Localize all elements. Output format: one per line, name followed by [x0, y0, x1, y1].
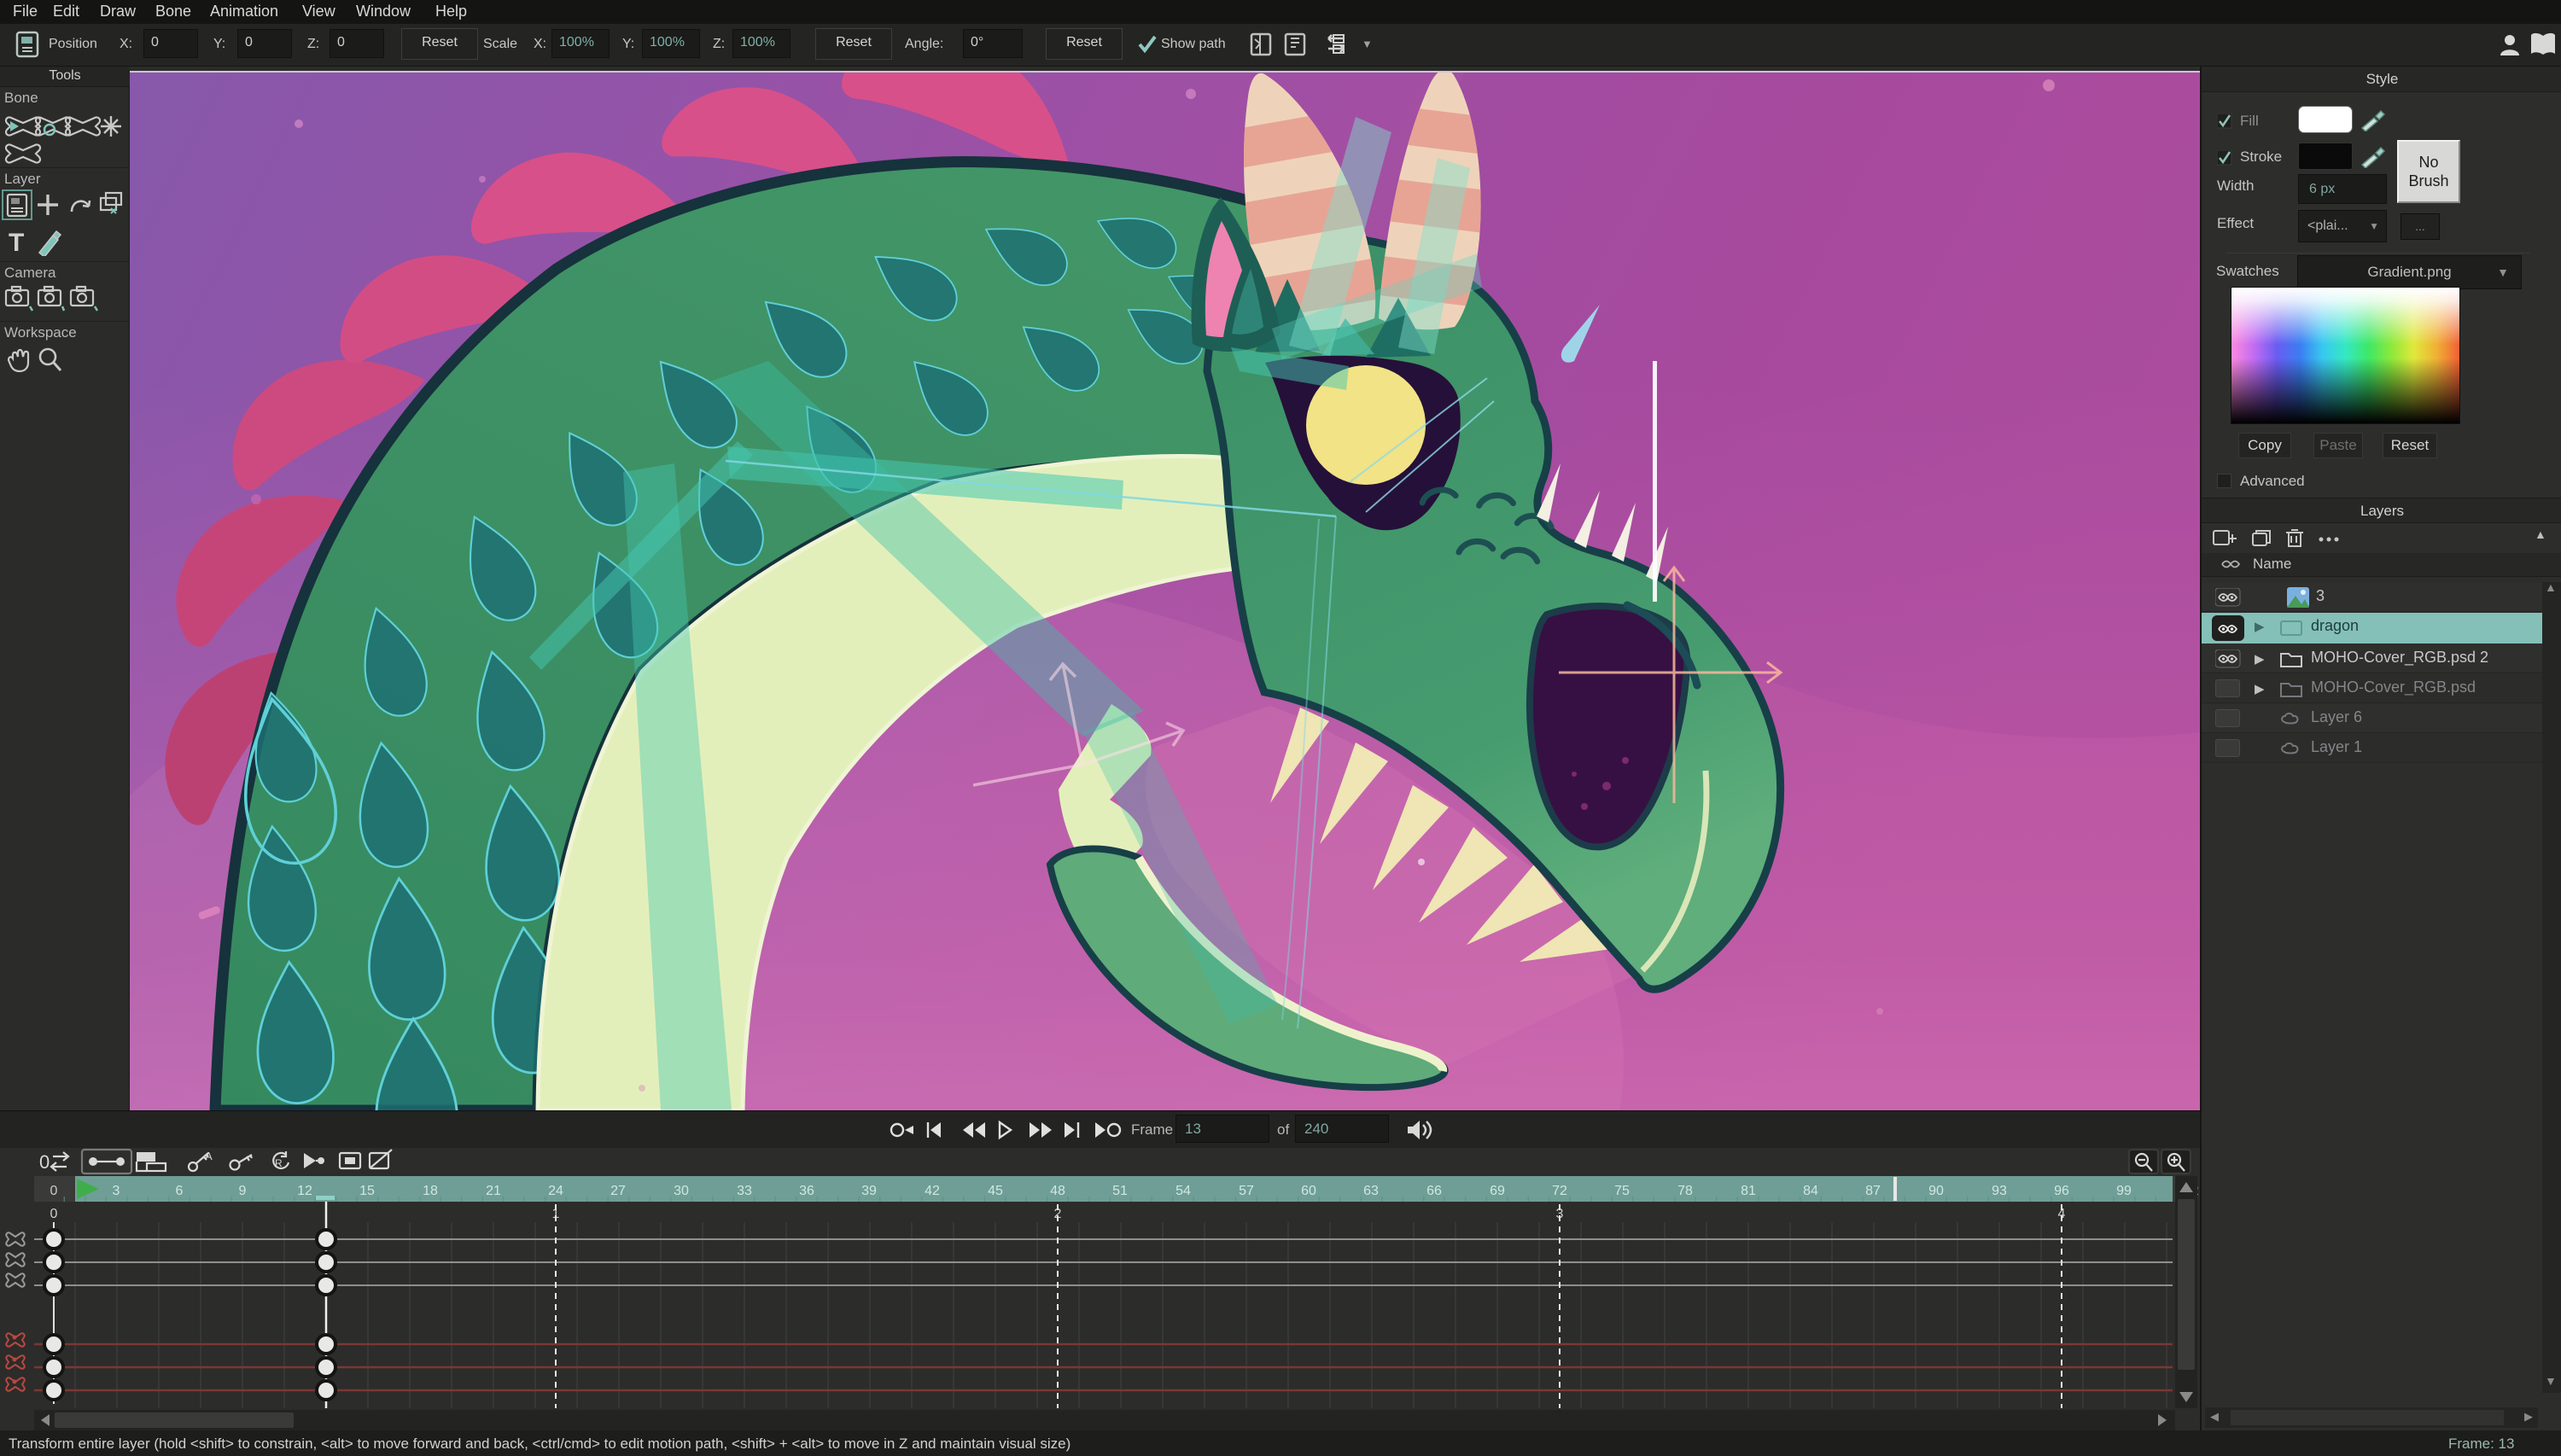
- svg-text:48: 48: [1050, 1184, 1065, 1198]
- svg-text:66: 66: [1426, 1184, 1442, 1198]
- svg-text:75: 75: [1614, 1184, 1630, 1198]
- svg-text:27: 27: [610, 1184, 626, 1198]
- svg-text:24: 24: [548, 1184, 563, 1198]
- svg-text:54: 54: [1175, 1184, 1191, 1198]
- svg-text:63: 63: [1363, 1184, 1379, 1198]
- svg-text:96: 96: [2054, 1184, 2069, 1198]
- svg-text:T: T: [9, 229, 24, 256]
- svg-text:36: 36: [799, 1184, 814, 1198]
- svg-text:39: 39: [861, 1184, 877, 1198]
- svg-text:0: 0: [50, 1207, 58, 1221]
- svg-text:R: R: [275, 1157, 283, 1169]
- svg-text:93: 93: [1992, 1184, 2007, 1198]
- svg-text:87: 87: [1865, 1184, 1881, 1198]
- svg-text:18: 18: [423, 1184, 438, 1198]
- svg-text:45: 45: [988, 1184, 1003, 1198]
- svg-text:9: 9: [239, 1184, 247, 1198]
- svg-text:12: 12: [297, 1184, 312, 1198]
- svg-text:81: 81: [1741, 1184, 1756, 1198]
- svg-text:6: 6: [176, 1184, 184, 1198]
- svg-text:0: 0: [39, 1151, 50, 1173]
- svg-text:84: 84: [1803, 1184, 1818, 1198]
- svg-text:69: 69: [1490, 1184, 1505, 1198]
- svg-text:42: 42: [925, 1184, 940, 1198]
- svg-text:72: 72: [1552, 1184, 1567, 1198]
- svg-text:60: 60: [1301, 1184, 1316, 1198]
- svg-text:A: A: [205, 1150, 213, 1162]
- svg-text:21: 21: [486, 1184, 501, 1198]
- svg-text:99: 99: [2116, 1184, 2132, 1198]
- svg-text:33: 33: [737, 1184, 752, 1198]
- svg-text:51: 51: [1112, 1184, 1128, 1198]
- svg-text:78: 78: [1677, 1184, 1693, 1198]
- svg-text:15: 15: [359, 1184, 375, 1198]
- svg-text:57: 57: [1239, 1184, 1254, 1198]
- svg-text:30: 30: [674, 1184, 689, 1198]
- svg-text:90: 90: [1928, 1184, 1944, 1198]
- svg-text:3: 3: [113, 1184, 120, 1198]
- svg-text:0: 0: [50, 1184, 58, 1198]
